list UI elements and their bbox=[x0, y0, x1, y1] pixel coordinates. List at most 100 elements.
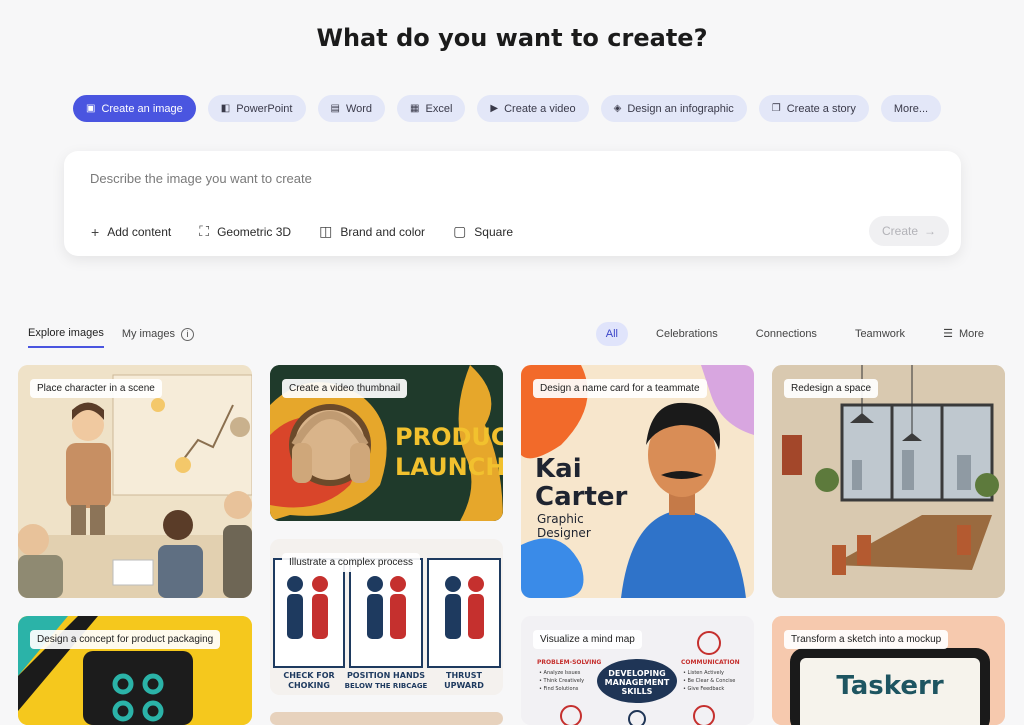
chip-label: Word bbox=[345, 102, 373, 115]
step2-line1: POSITION HANDS bbox=[347, 671, 425, 680]
card-label: Design a concept for product packaging bbox=[30, 630, 221, 649]
prompt-box: + Add content ⛶ Geometric 3D ◫ Brand and co… bbox=[64, 151, 961, 256]
card-label: Illustrate a complex process bbox=[282, 553, 420, 572]
option-label: Brand and color bbox=[340, 224, 426, 239]
card-label: Design a name card for a teammate bbox=[533, 379, 707, 398]
chip-word[interactable]: ▤ Word bbox=[317, 95, 386, 122]
designer-text: Designer bbox=[537, 526, 591, 540]
mind-right-head: COMMUNICATION bbox=[681, 659, 740, 666]
brand-color-button[interactable]: ◫ Brand and color bbox=[319, 223, 425, 240]
powerpoint-icon: ◧ bbox=[220, 103, 231, 114]
story-icon: ❐ bbox=[771, 103, 781, 114]
chip-label: Excel bbox=[425, 102, 453, 115]
filter-more-button[interactable]: ☰ More bbox=[933, 321, 994, 346]
mind-center-1: DEVELOPING bbox=[608, 669, 665, 678]
mind-center-2: MANAGEMENT bbox=[605, 678, 670, 687]
launch-text: LAUNCH bbox=[395, 453, 503, 481]
filter-all[interactable]: All bbox=[595, 321, 629, 346]
card-name-card[interactable]: Kai Carter Graphic Designer Design a nam… bbox=[521, 365, 754, 598]
product-text: PRODUCT bbox=[395, 423, 503, 451]
chip-create-video[interactable]: ▶ Create a video bbox=[477, 95, 589, 122]
video-icon: ▶ bbox=[490, 103, 499, 114]
card-redesign-space[interactable]: Redesign a space bbox=[772, 365, 1005, 598]
chip-label: More... bbox=[893, 102, 929, 115]
card-illustration bbox=[772, 365, 1005, 598]
filter-icon: ☰ bbox=[943, 328, 953, 340]
step3-line2: UPWARD bbox=[444, 681, 484, 690]
filter-more-label: More bbox=[958, 327, 984, 340]
word-icon: ▤ bbox=[330, 103, 340, 114]
card-product-packaging[interactable]: Design a concept for product packaging bbox=[18, 616, 252, 725]
card-label: Create a video thumbnail bbox=[282, 379, 408, 398]
card-sketch-mockup[interactable]: Taskerr Transform a sketch into a mockup bbox=[772, 616, 1005, 725]
style-icon: ⛶ bbox=[199, 223, 210, 239]
prompt-input[interactable] bbox=[90, 171, 930, 186]
carter-text: Carter bbox=[535, 482, 628, 512]
graphic-text: Graphic bbox=[537, 512, 584, 526]
step2-line2: BELOW THE RIBCAGE bbox=[345, 682, 428, 690]
mind-right-3: • Give Feedback bbox=[683, 686, 724, 692]
chip-label: Design an infographic bbox=[627, 102, 734, 115]
kai-text: Kai bbox=[535, 454, 582, 484]
card-label: Transform a sketch into a mockup bbox=[784, 630, 949, 649]
mind-center-3: SKILLS bbox=[622, 687, 653, 696]
card-label: Visualize a mind map bbox=[533, 630, 642, 649]
add-content-button[interactable]: + Add content bbox=[91, 223, 171, 240]
step3-line1: THRUST bbox=[446, 671, 483, 680]
chip-label: Create a video bbox=[504, 102, 576, 115]
tab-my-images[interactable]: My images i bbox=[121, 327, 195, 348]
plus-icon: + bbox=[91, 223, 100, 240]
page-title: What do you want to create? bbox=[316, 24, 708, 52]
mind-right-1: • Listen Actively bbox=[683, 670, 724, 676]
tab-label: Explore images bbox=[28, 327, 104, 339]
create-type-chips: ▣ Create an image ◧ PowerPoint ▤ Word ▦ Exce… bbox=[73, 95, 942, 122]
image-tabs: Explore images My images i bbox=[28, 327, 195, 348]
step1-line2: CHOKING bbox=[288, 681, 330, 690]
aspect-ratio-icon: ▢ bbox=[453, 223, 467, 239]
aspect-ratio-button[interactable]: ▢ Square bbox=[453, 223, 513, 240]
filter-teamwork[interactable]: Teamwork bbox=[845, 322, 915, 346]
chip-design-infographic[interactable]: ◈ Design an infographic bbox=[600, 95, 747, 122]
palette-icon: ◫ bbox=[319, 223, 333, 239]
option-label: Add content bbox=[107, 224, 172, 239]
mind-right-2: • Be Clear & Concise bbox=[683, 678, 735, 684]
card-video-thumbnail[interactable]: PRODUCT LAUNCH Create a video thumbnail bbox=[270, 365, 503, 521]
tab-explore-images[interactable]: Explore images bbox=[28, 327, 104, 348]
card-label: Redesign a space bbox=[784, 379, 879, 398]
mind-left-2: • Think Creatively bbox=[539, 678, 584, 684]
mind-left-head: PROBLEM-SOLVING bbox=[537, 659, 601, 666]
chip-label: Create an image bbox=[101, 102, 183, 115]
card-mind-map[interactable]: DEVELOPING MANAGEMENT SKILLS PROBLEM-SOL… bbox=[521, 616, 754, 725]
chip-powerpoint[interactable]: ◧ PowerPoint bbox=[207, 95, 306, 122]
chip-excel[interactable]: ▦ Excel bbox=[397, 95, 466, 122]
mind-left-3: • Find Solutions bbox=[539, 686, 579, 692]
filter-celebrations[interactable]: Celebrations bbox=[646, 322, 728, 346]
card-place-character[interactable]: Place character in a scene bbox=[18, 365, 252, 598]
image-icon: ▣ bbox=[86, 103, 96, 114]
chip-create-story[interactable]: ❐ Create a story bbox=[758, 95, 869, 122]
card-illustration bbox=[18, 365, 252, 598]
card-label: Place character in a scene bbox=[30, 379, 162, 398]
option-label: Geometric 3D bbox=[217, 224, 292, 239]
option-label: Square bbox=[474, 224, 513, 239]
card-complex-process[interactable]: CHECK FOR CHOKING POSITION HANDS BELOW T… bbox=[270, 539, 503, 695]
tab-label: My images bbox=[121, 328, 176, 340]
info-icon[interactable]: i bbox=[181, 327, 195, 341]
card-illustration: Kai Carter Graphic Designer bbox=[521, 365, 754, 598]
chip-label: Create a story bbox=[786, 102, 856, 115]
chip-create-image[interactable]: ▣ Create an image bbox=[73, 95, 196, 122]
arrow-right-icon: → bbox=[924, 224, 937, 238]
filter-connections[interactable]: Connections bbox=[746, 322, 827, 346]
chip-label: PowerPoint bbox=[236, 102, 293, 115]
infographic-icon: ◈ bbox=[613, 103, 622, 114]
step1-line1: CHECK FOR bbox=[283, 671, 334, 680]
create-label: Create bbox=[881, 224, 919, 238]
card-partial[interactable] bbox=[270, 712, 503, 725]
taskerr-text: Taskerr bbox=[836, 671, 943, 701]
create-button[interactable]: Create → bbox=[869, 216, 949, 246]
mind-left-1: • Analyze Issues bbox=[539, 670, 581, 676]
style-button[interactable]: ⛶ Geometric 3D bbox=[199, 223, 291, 240]
chip-more[interactable]: More... bbox=[880, 95, 942, 122]
prompt-options: + Add content ⛶ Geometric 3D ◫ Brand and co… bbox=[91, 223, 513, 240]
excel-icon: ▦ bbox=[410, 103, 420, 114]
